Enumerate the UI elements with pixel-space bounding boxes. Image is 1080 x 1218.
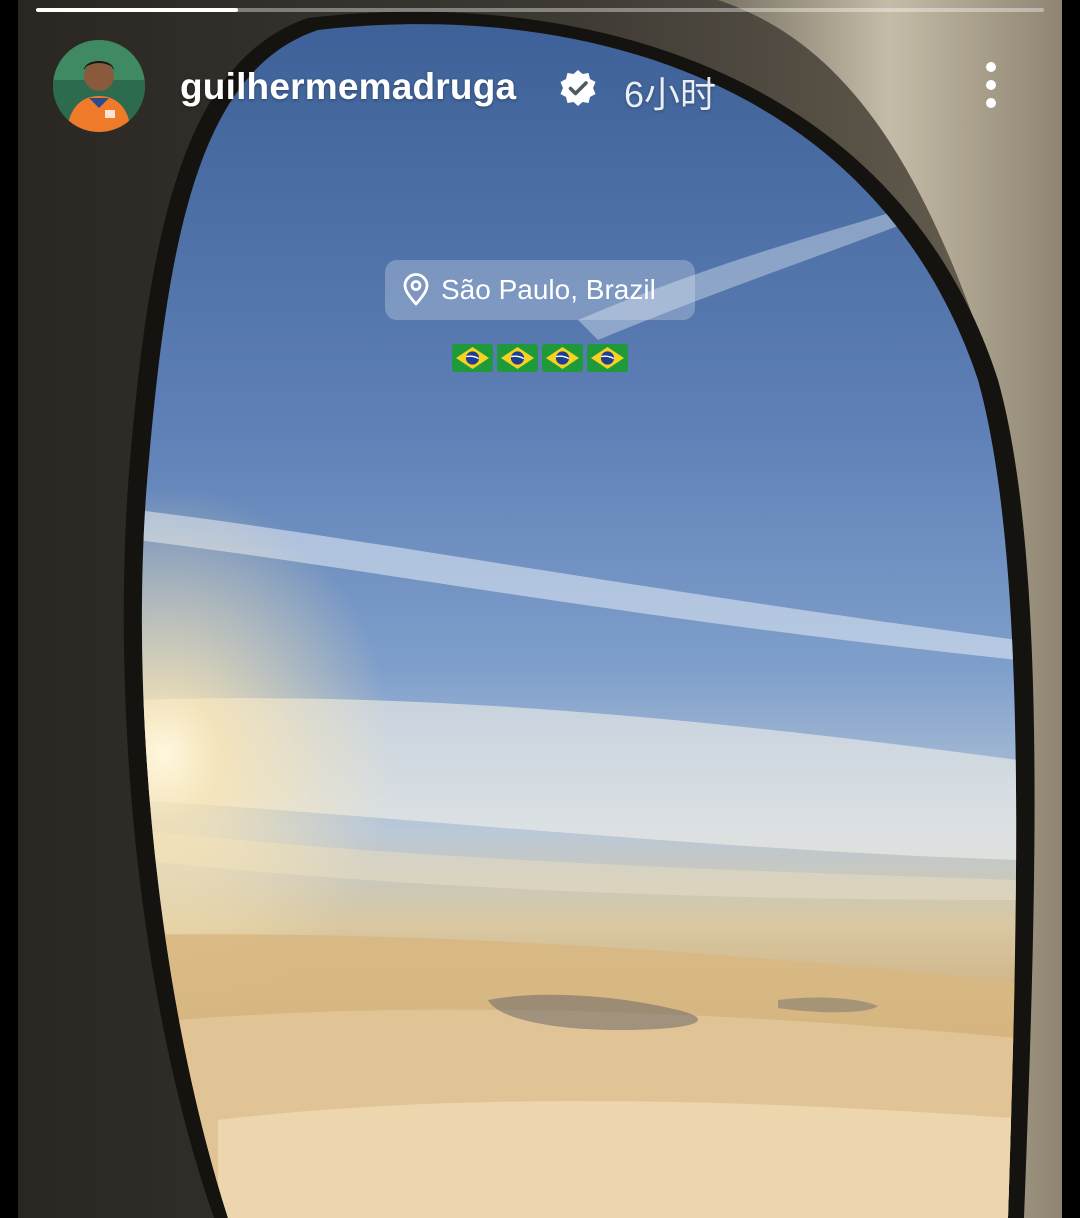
more-vertical-icon xyxy=(986,98,996,108)
story-viewer[interactable]: guilhermemadruga 6小时 São Paulo, Brazil 🇧… xyxy=(18,0,1062,1218)
story-progress-bar xyxy=(36,8,1044,12)
verified-badge-icon xyxy=(560,70,596,106)
more-vertical-icon xyxy=(986,62,996,72)
location-pin-icon xyxy=(403,273,429,306)
more-vertical-icon xyxy=(986,80,996,90)
avatar[interactable] xyxy=(53,40,145,132)
airplane-window-photo xyxy=(18,0,1062,1218)
location-sticker[interactable]: São Paulo, Brazil xyxy=(385,260,695,320)
avatar-photo xyxy=(53,40,145,132)
story-progress-fill xyxy=(36,8,238,12)
location-label: São Paulo, Brazil xyxy=(441,274,656,305)
brazil-flag-icon xyxy=(497,344,538,372)
flag-emoji-row: 🇧🇷🇧🇷🇧🇷🇧🇷 xyxy=(452,344,628,374)
brazil-flag-icon xyxy=(542,344,583,372)
username-label[interactable]: guilhermemadruga xyxy=(180,66,516,108)
more-options-button[interactable] xyxy=(976,58,1006,114)
brazil-flag-icon xyxy=(452,344,493,372)
timestamp: 6小时 xyxy=(624,74,717,115)
brazil-flag-icon xyxy=(587,344,628,372)
